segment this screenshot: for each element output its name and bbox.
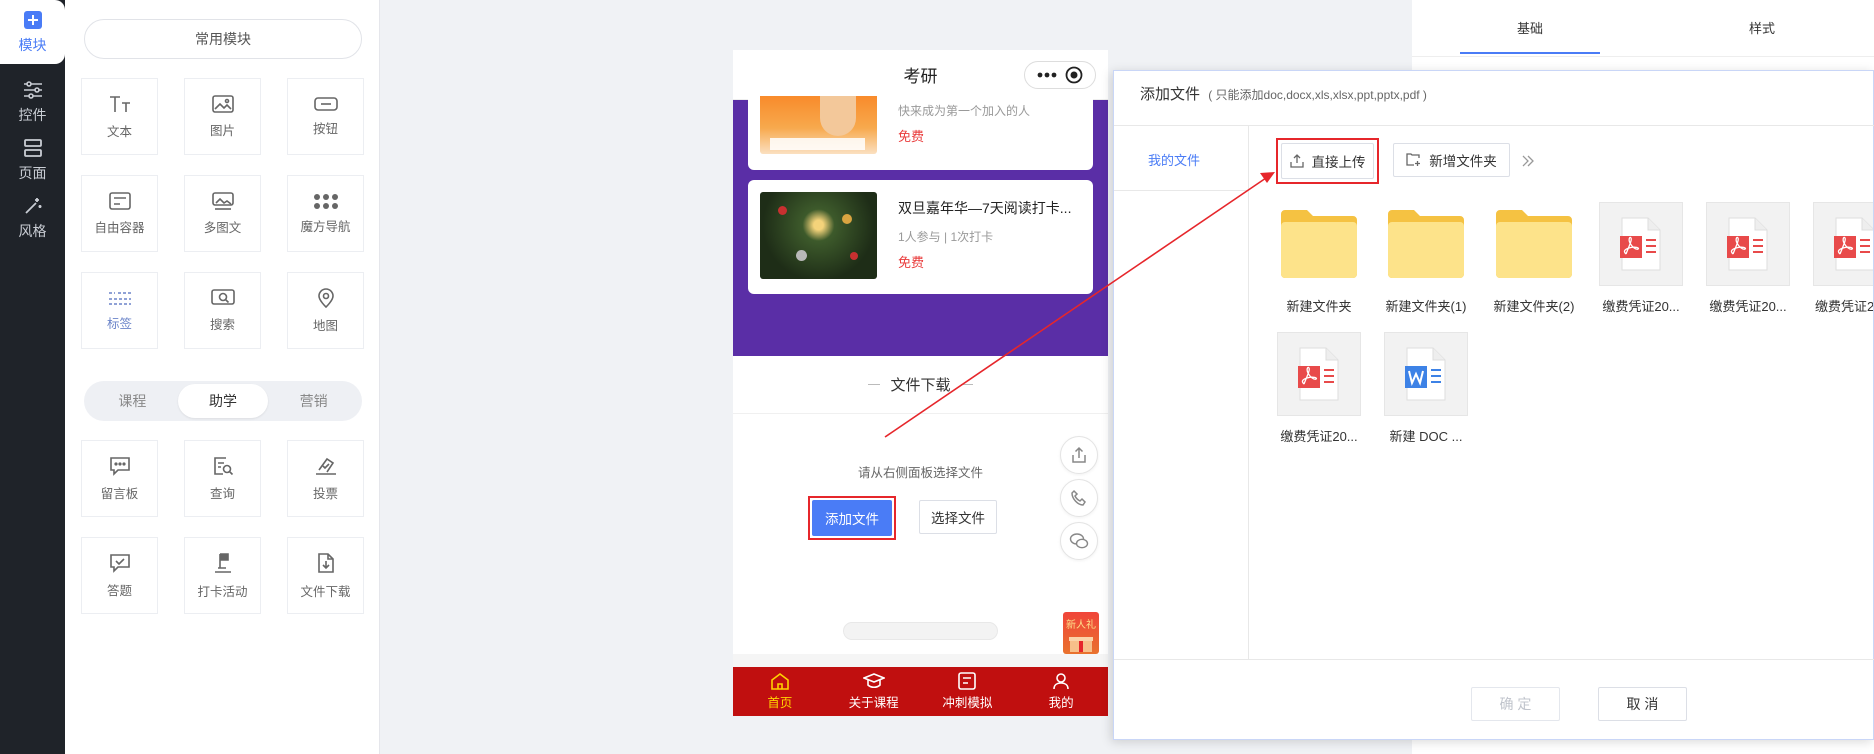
annotation-arrow: [884, 172, 1275, 438]
